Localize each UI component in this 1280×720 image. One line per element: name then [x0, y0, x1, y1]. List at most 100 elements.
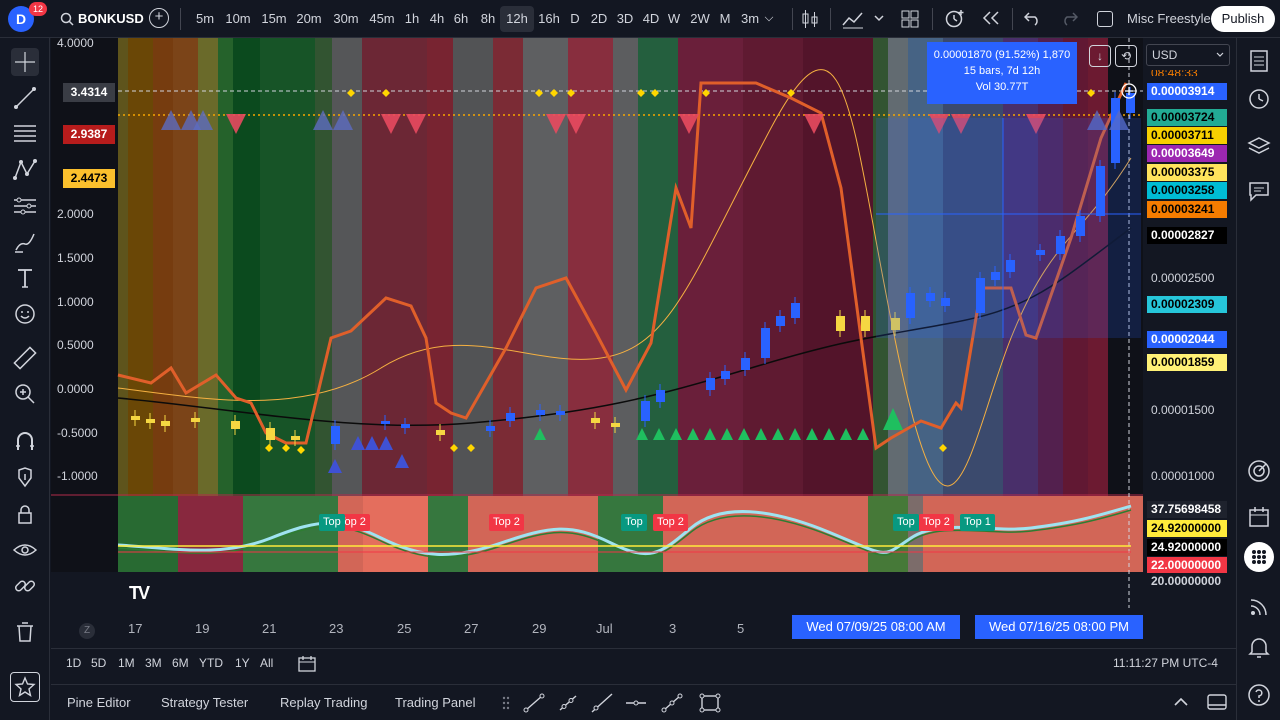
interval-M[interactable]: M: [713, 6, 737, 32]
interval-10m[interactable]: 10m: [220, 6, 256, 32]
currency-select[interactable]: USD: [1146, 44, 1230, 66]
chevron-down-icon[interactable]: [874, 14, 884, 22]
signal-tag: Top 2: [653, 514, 688, 531]
range-start-label: Wed 07/09/25 08:00 AM: [792, 615, 960, 639]
calendar-icon[interactable]: [1246, 504, 1272, 530]
interval-20m[interactable]: 20m: [291, 6, 327, 32]
interval-5m[interactable]: 5m: [190, 6, 220, 32]
ray-tool-icon[interactable]: [557, 693, 579, 713]
maximize-panel-icon[interactable]: [1207, 694, 1227, 710]
extended-line-icon[interactable]: [591, 693, 613, 713]
rectangle-tool-icon[interactable]: [699, 693, 721, 713]
apps-grid-icon[interactable]: [1244, 542, 1274, 572]
tab-pine-editor[interactable]: Pine Editor: [67, 695, 131, 710]
trash-icon[interactable]: [11, 618, 39, 646]
candles-icon[interactable]: [800, 9, 820, 29]
drag-handle-icon[interactable]: [501, 695, 511, 711]
interval-16h[interactable]: 16h: [532, 6, 566, 32]
alerts-clock-icon[interactable]: [1246, 86, 1272, 112]
indicators-icon[interactable]: [842, 9, 864, 29]
trendline-icon[interactable]: [11, 84, 39, 112]
trendline-tool-icon[interactable]: [523, 693, 545, 713]
chat-icon[interactable]: [1246, 178, 1272, 204]
interval-30m[interactable]: 30m: [328, 6, 364, 32]
price-chart[interactable]: 4.0000 2.0000 1.5000 1.0000 0.5000 0.0000 -0.5…: [51, 38, 1143, 642]
speed-gauge-icon[interactable]: [1246, 458, 1272, 484]
left-axis-tick: 1.0000: [57, 295, 94, 309]
publish-button[interactable]: Publish: [1211, 6, 1275, 32]
magnet-icon[interactable]: [11, 428, 39, 456]
link-icon[interactable]: [11, 572, 39, 600]
candle-body: [656, 390, 665, 402]
crosshair-icon[interactable]: [11, 48, 39, 76]
undo-icon[interactable]: [1024, 10, 1042, 26]
replay-icon[interactable]: [982, 11, 1000, 25]
range-All[interactable]: All: [260, 656, 273, 670]
range-YTD[interactable]: YTD: [199, 656, 223, 670]
go-to-date-icon[interactable]: [297, 655, 317, 673]
ruler-icon[interactable]: [11, 344, 39, 372]
lock-icon[interactable]: [11, 500, 39, 528]
range-1D[interactable]: 1D: [66, 656, 81, 670]
tab-strategy-tester[interactable]: Strategy Tester: [161, 695, 248, 710]
candle-body: [191, 418, 200, 422]
signal-tag: Top 2: [489, 514, 524, 531]
emoji-icon[interactable]: [11, 300, 39, 328]
forecast-icon[interactable]: [11, 192, 39, 220]
range-6M[interactable]: 6M: [172, 656, 189, 670]
range-1M[interactable]: 1M: [118, 656, 135, 670]
info-line-icon[interactable]: [661, 693, 683, 713]
currency-value: USD: [1152, 48, 1178, 62]
price-axis[interactable]: USD 08:48:33 0.000039140.000037240.00003…: [1143, 38, 1236, 642]
layout-name[interactable]: Misc Freestyle: [1127, 11, 1211, 26]
broadcast-icon[interactable]: [1246, 594, 1272, 620]
interval-1h[interactable]: 1h: [400, 6, 424, 32]
sync-icon[interactable]: ⟲: [1115, 45, 1137, 67]
interval-12h[interactable]: 12h: [500, 6, 534, 32]
interval-W[interactable]: W: [662, 6, 686, 32]
price-tick: 0.00001500: [1151, 403, 1215, 417]
eye-icon[interactable]: [11, 536, 39, 564]
range-1Y[interactable]: 1Y: [235, 656, 250, 670]
interval-15m[interactable]: 15m: [256, 6, 292, 32]
scroll-down-icon[interactable]: ↓: [1089, 45, 1111, 67]
tab-trading-panel[interactable]: Trading Panel: [395, 695, 475, 710]
interval-D[interactable]: D: [564, 6, 586, 32]
interval-2W[interactable]: 2W: [685, 6, 715, 32]
collapse-panel-icon[interactable]: [1173, 697, 1189, 707]
tab-replay-trading[interactable]: Replay Trading: [280, 695, 367, 710]
symbol-search[interactable]: BONKUSD: [56, 6, 144, 32]
chart-canvas[interactable]: [51, 38, 1143, 642]
redo-icon[interactable]: [1060, 10, 1078, 26]
zoom-in-icon[interactable]: [11, 380, 39, 408]
reset-scale-z-button[interactable]: Z: [79, 623, 95, 639]
layout-checkbox[interactable]: [1097, 11, 1113, 27]
watchlist-icon[interactable]: [1246, 48, 1272, 74]
candle-body: [536, 410, 545, 415]
interval-45m[interactable]: 45m: [364, 6, 400, 32]
notifications-icon[interactable]: [1246, 634, 1272, 660]
candle-body: [381, 421, 390, 424]
watchlist-star-icon[interactable]: [10, 672, 40, 702]
help-icon[interactable]: [1246, 682, 1272, 708]
lock-drawing-icon[interactable]: [11, 464, 39, 492]
add-symbol-icon[interactable]: +: [149, 8, 169, 28]
fib-retracement-icon[interactable]: [11, 120, 39, 148]
text-icon[interactable]: [11, 264, 39, 292]
horizontal-ray-icon[interactable]: [625, 693, 647, 713]
brush-icon[interactable]: [11, 228, 39, 256]
candle-body: [861, 316, 870, 331]
range-3M[interactable]: 3M: [145, 656, 162, 670]
interval-8h[interactable]: 8h: [475, 6, 501, 32]
range-5D[interactable]: 5D: [91, 656, 106, 670]
clock[interactable]: 11:11:27 PM UTC-4: [1113, 656, 1218, 670]
interval-4h[interactable]: 4h: [424, 6, 450, 32]
chevron-down-icon[interactable]: [764, 12, 774, 22]
candle-body: [611, 423, 620, 427]
layers-icon[interactable]: [1246, 134, 1272, 160]
alert-clock-icon[interactable]: [944, 8, 966, 30]
pattern-icon[interactable]: [11, 156, 39, 184]
interval-6h[interactable]: 6h: [449, 6, 473, 32]
layouts-grid-icon[interactable]: [900, 9, 920, 29]
interval-3m[interactable]: 3m: [735, 6, 765, 32]
